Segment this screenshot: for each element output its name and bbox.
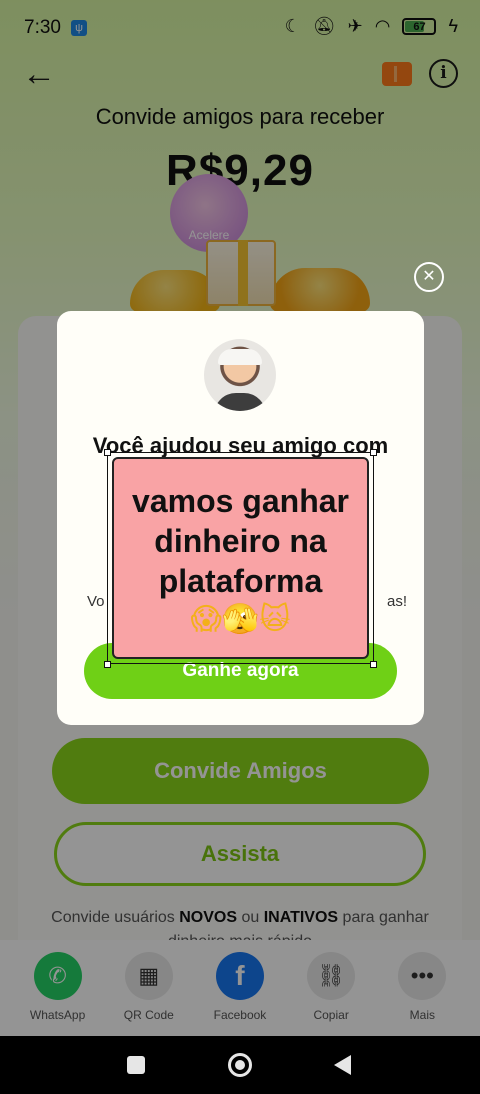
sticker-emoji: 😱🫣🙀 [190,602,291,637]
modal-body-start: Vo [87,593,105,610]
resize-handle[interactable] [104,661,111,668]
close-icon[interactable]: ✕ [414,262,444,292]
home-circle-icon[interactable] [228,1053,252,1077]
modal-body-end: as! [386,593,407,610]
resize-handle[interactable] [104,449,111,456]
text-sticker[interactable]: vamos ganhar dinheiro na plataforma 😱🫣🙀 [112,457,369,659]
sticker-line-1: vamos ganhar [132,483,349,519]
recents-square-icon[interactable] [127,1056,145,1074]
navigation-bar [0,1036,480,1094]
friend-avatar [204,339,276,411]
back-triangle-icon[interactable] [334,1055,351,1075]
resize-handle[interactable] [370,661,377,668]
sticker-line-2: dinheiro na [154,523,327,559]
resize-handle[interactable] [370,449,377,456]
sticker-line-3: plataforma [158,563,323,599]
